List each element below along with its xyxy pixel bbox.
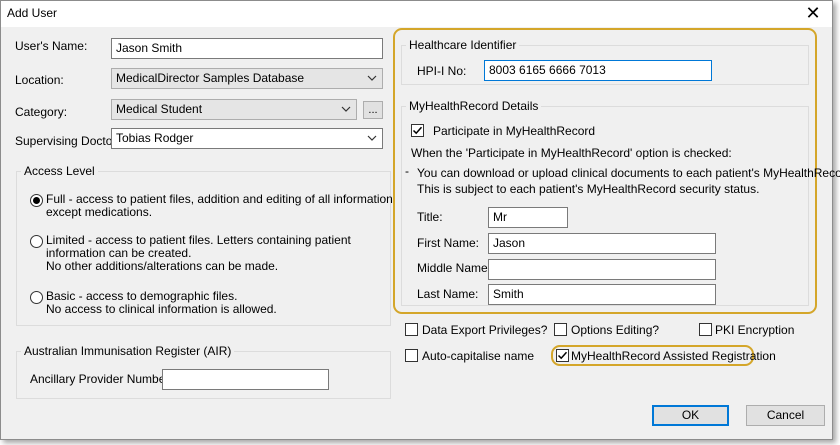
healthcare-identifier-title: Healthcare Identifier (406, 38, 520, 52)
close-icon[interactable]: ✕ (802, 3, 824, 25)
chevron-down-icon (367, 75, 377, 81)
access-basic-line2: No access to clinical information is all… (46, 302, 277, 316)
auto-capitalise-label: Auto-capitalise name (422, 349, 535, 363)
title-input[interactable]: Mr (488, 207, 568, 228)
ancillary-provider-label: Ancillary Provider Number: (30, 372, 173, 386)
title-bar: Add User ✕ (1, 1, 832, 27)
access-limited-radio[interactable] (30, 235, 43, 248)
ok-button[interactable]: OK (652, 405, 729, 426)
middle-name-label: Middle Name: (417, 261, 492, 275)
pki-encryption-label: PKI Encryption (715, 323, 795, 337)
air-title: Australian Immunisation Register (AIR) (21, 344, 235, 358)
ancillary-provider-input[interactable] (162, 369, 329, 390)
supervising-doctor-label: Supervising Doctor: (15, 134, 120, 148)
supervising-doctor-select[interactable]: Tobias Rodger (111, 128, 383, 149)
mhr-note: When the 'Participate in MyHealthRecord'… (411, 146, 732, 160)
hpii-label: HPI-I No: (417, 64, 467, 78)
data-export-checkbox[interactable] (405, 323, 418, 336)
last-name-input[interactable]: Smith (488, 284, 716, 305)
chevron-down-icon (341, 106, 351, 112)
window-title: Add User (7, 6, 58, 20)
add-user-dialog: Add User ✕ User's Name: Jason Smith Loca… (0, 0, 840, 440)
title-label: Title: (417, 210, 443, 224)
category-select[interactable]: Medical Student (111, 99, 357, 120)
supervising-doctor-value: Tobias Rodger (116, 131, 194, 145)
location-select[interactable]: MedicalDirector Samples Database (111, 68, 383, 89)
access-limited-label: Limited - access to patient files. Lette… (46, 234, 351, 273)
access-basic-radio[interactable] (30, 291, 43, 304)
options-editing-checkbox[interactable] (554, 323, 567, 336)
options-editing-label: Options Editing? (571, 323, 660, 337)
access-basic-label: Basic - access to demographic files. No … (46, 290, 277, 316)
mhr-bullet: - (405, 164, 409, 178)
pki-encryption-checkbox[interactable] (699, 323, 712, 336)
checkmark-icon (557, 351, 568, 360)
category-more-button[interactable]: ... (363, 101, 383, 119)
auto-capitalise-checkbox[interactable] (405, 349, 418, 362)
mhr-info: You can download or upload clinical docu… (417, 165, 840, 197)
access-full-radio[interactable] (30, 194, 43, 207)
participate-label: Participate in MyHealthRecord (433, 124, 596, 138)
users-name-label: User's Name: (15, 39, 88, 53)
myhealthrecord-details-title: MyHealthRecord Details (406, 99, 542, 113)
middle-name-input[interactable] (488, 259, 716, 280)
location-label: Location: (15, 73, 64, 87)
access-full-label: Full - access to patient files, addition… (46, 193, 393, 219)
hpii-input[interactable]: 8003 6165 6666 7013 (484, 60, 712, 81)
mhr-info-line2: This is subject to each patient's MyHeal… (417, 182, 760, 196)
checkmark-icon (412, 126, 423, 135)
data-export-label: Data Export Privileges? (422, 323, 548, 337)
last-name-label: Last Name: (417, 287, 479, 301)
assisted-registration-checkbox[interactable] (556, 349, 569, 362)
access-limited-line3: No other additions/alterations can be ma… (46, 259, 279, 273)
access-level-title: Access Level (21, 164, 98, 178)
first-name-label: First Name: (417, 236, 480, 250)
category-value: Medical Student (116, 102, 203, 116)
participate-checkbox[interactable] (411, 124, 424, 137)
access-full-line2: except medications. (46, 205, 153, 219)
cancel-button[interactable]: Cancel (746, 405, 825, 426)
location-value: MedicalDirector Samples Database (116, 71, 305, 85)
category-label: Category: (15, 105, 68, 119)
assisted-registration-label: MyHealthRecord Assisted Registration (571, 349, 776, 363)
mhr-info-line1: You can download or upload clinical docu… (417, 166, 840, 180)
first-name-input[interactable]: Jason (488, 233, 716, 254)
chevron-down-icon (367, 135, 377, 141)
users-name-input[interactable]: Jason Smith (111, 38, 383, 59)
